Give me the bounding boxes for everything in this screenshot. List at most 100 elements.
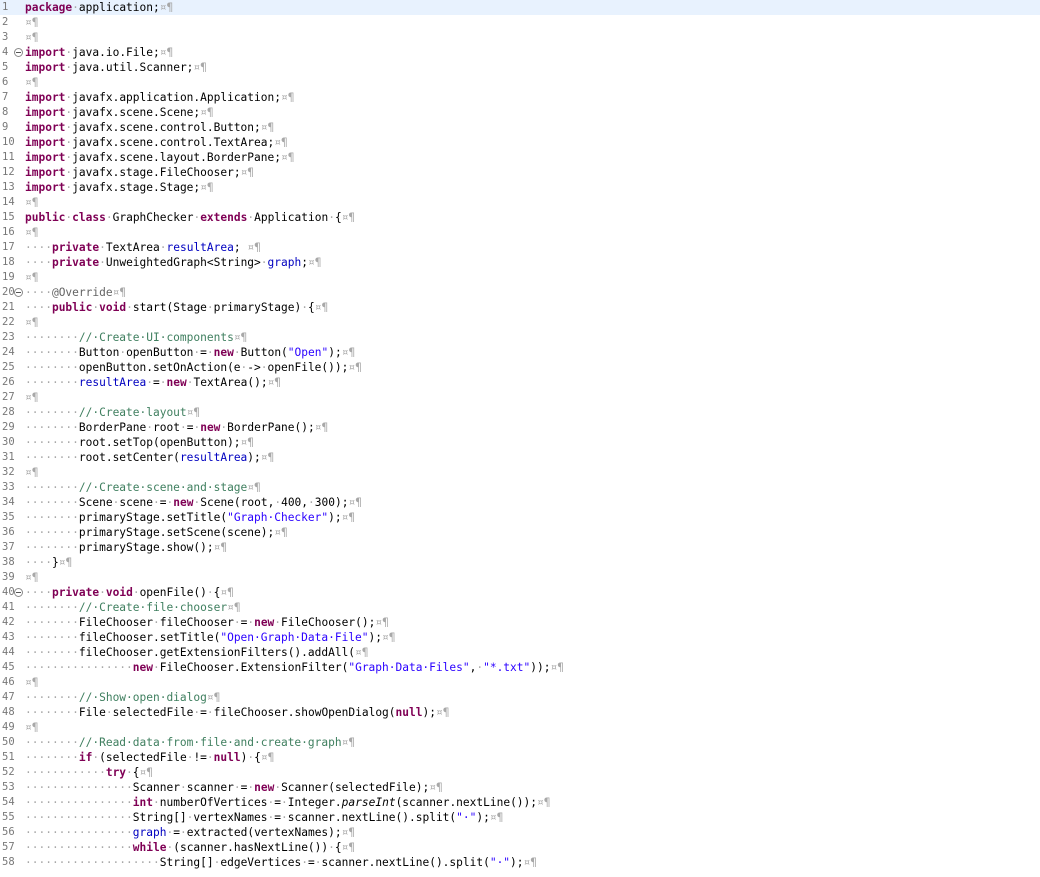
fold-collapse-icon[interactable] [14, 588, 23, 597]
code-line[interactable]: 46 ¤¶ [0, 675, 1040, 690]
code-token: ¤¶ [274, 526, 288, 539]
code-text: ········//·Create·layout¤¶ [25, 405, 200, 420]
code-line[interactable]: 9 import·javafx.scene.control.Button;¤¶ [0, 120, 1040, 135]
code-line[interactable]: 23 ········//·Create·UI·components¤¶ [0, 330, 1040, 345]
code-line[interactable]: 3 ¤¶ [0, 30, 1040, 45]
code-line[interactable]: 17 ····private·TextArea·resultArea; ¤¶ [0, 240, 1040, 255]
code-line[interactable]: 51 ········if·(selectedFile·!=·null)·{¤¶ [0, 750, 1040, 765]
code-line[interactable]: 6 ¤¶ [0, 75, 1040, 90]
code-line[interactable]: 15 public·class·GraphChecker·extends·Appl… [0, 210, 1040, 225]
code-token: · [153, 496, 160, 509]
code-token: //·Show·open·dialog [78, 691, 207, 704]
code-token: javafx.scene.Scene; [72, 106, 201, 119]
line-number: 42 [2, 616, 15, 628]
code-line[interactable]: 43 ········fileChooser.setTitle("Open·Gra… [0, 630, 1040, 645]
code-line[interactable]: 8 import·javafx.scene.Scene;¤¶ [0, 105, 1040, 120]
code-token: graph [132, 826, 167, 839]
code-line[interactable]: 38 ····}¤¶ [0, 555, 1040, 570]
code-line[interactable]: 34 ········Scene·scene·=·new·Scene(root,·… [0, 495, 1040, 510]
code-token: · [153, 796, 160, 809]
code-line[interactable]: 52 ············try·{¤¶ [0, 765, 1040, 780]
code-token: ········ [25, 631, 79, 644]
code-line[interactable]: 5 import·java.util.Scanner;¤¶ [0, 60, 1040, 75]
code-token: ¤¶ [213, 541, 228, 554]
code-line[interactable]: 33 ········//·Create·scene·and·stage¤¶ [0, 480, 1040, 495]
line-number: 14 [2, 196, 15, 208]
code-token: ················ [25, 811, 133, 824]
code-token: ); [328, 346, 342, 359]
code-token: root.setCenter( [78, 451, 180, 464]
code-line[interactable]: 58 ····················String[] ·edgeVerti… [0, 855, 1040, 870]
code-line[interactable]: 1 package·application;¤¶ [0, 0, 1040, 15]
code-line[interactable]: 49 ¤¶ [0, 720, 1040, 735]
code-line[interactable]: 26 ········resultArea·=·new·TextArea();¤¶ [0, 375, 1040, 390]
code-line[interactable]: 16 ¤¶ [0, 225, 1040, 240]
line-number: 29 [2, 421, 15, 433]
code-line[interactable]: 29 ········BorderPane·root·=·new·BorderPa… [0, 420, 1040, 435]
code-line[interactable]: 10 import·javafx.scene.control.TextArea;¤… [0, 135, 1040, 150]
code-line[interactable]: 2 ¤¶ [0, 15, 1040, 30]
code-line[interactable]: 35 ········primaryStage.setTitle("Graph·C… [0, 510, 1040, 525]
code-token: new [200, 421, 221, 434]
code-token: = [159, 496, 167, 509]
code-token: )); [530, 661, 551, 674]
code-token: · [281, 796, 288, 809]
code-line[interactable]: 44 ········fileChooser.getExtensionFilter… [0, 645, 1040, 660]
code-line[interactable]: 4 import·java.io.File;¤¶ [0, 45, 1040, 60]
code-line[interactable]: 36 ········primaryStage.setScene(scene);¤… [0, 525, 1040, 540]
code-line[interactable]: 24 ········Button·openButton·=·new·Button… [0, 345, 1040, 360]
code-line[interactable]: 20 ····@Override¤¶ [0, 285, 1040, 300]
code-line[interactable]: 14 ¤¶ [0, 195, 1040, 210]
code-line[interactable]: 42 ········FileChooser·fileChooser·=·new·… [0, 615, 1040, 630]
code-line[interactable]: 30 ········root.setTop(openButton);¤¶ [0, 435, 1040, 450]
code-token: ); [422, 706, 436, 719]
code-line[interactable]: 21 ····public·void·start(Stage·primarySta… [0, 300, 1040, 315]
code-line[interactable]: 32 ¤¶ [0, 465, 1040, 480]
code-token: GraphChecker [112, 211, 194, 224]
code-token: File [78, 706, 106, 719]
code-line[interactable]: 56 ················graph·=·extracted(vert… [0, 825, 1040, 840]
code-editor[interactable]: 1 package·application;¤¶ 2 ¤¶ 3 ¤¶ 4 import·jav… [0, 0, 1040, 877]
code-line[interactable]: 28 ········//·Create·layout¤¶ [0, 405, 1040, 420]
line-number: 52 [2, 766, 15, 778]
code-token: ¤¶ [348, 496, 362, 509]
code-line[interactable]: 45 ················new·FileChooser.Extens… [0, 660, 1040, 675]
code-token: ¤¶ [247, 481, 261, 494]
code-line[interactable]: 37 ········primaryStage.show();¤¶ [0, 540, 1040, 555]
line-number: 26 [2, 376, 15, 388]
code-line[interactable]: 19 ¤¶ [0, 270, 1040, 285]
code-token: (scanner.nextLine()); [395, 796, 538, 809]
code-line[interactable]: 41 ········//·Create·file·chooser¤¶ [0, 600, 1040, 615]
code-line[interactable]: 53 ················Scanner·scanner·=·new·… [0, 780, 1040, 795]
code-text: ········Button·openButton·=·new·Button("… [25, 345, 355, 360]
code-line[interactable]: 22 ¤¶ [0, 315, 1040, 330]
code-line[interactable]: 55 ················String[]·vertexNames·=… [0, 810, 1040, 825]
code-line[interactable]: 39 ¤¶ [0, 570, 1040, 585]
line-number: 57 [2, 841, 15, 853]
code-token: FileChooser [78, 616, 153, 629]
code-line[interactable]: 18 ····private·UnweightedGraph<String>·gr… [0, 255, 1040, 270]
code-token: ¤¶ [193, 61, 207, 74]
code-line[interactable]: 54 ················int·numberOfVertices·=… [0, 795, 1040, 810]
fold-collapse-icon[interactable] [14, 48, 23, 57]
code-line[interactable]: 50 ········//·Read·data·from·file·and·cre… [0, 735, 1040, 750]
code-line[interactable]: 47 ········//·Show·open·dialog¤¶ [0, 690, 1040, 705]
line-number: 54 [2, 796, 15, 808]
code-line[interactable]: 27 ¤¶ [0, 390, 1040, 405]
code-line[interactable]: 31 ········root.setCenter(resultArea);¤¶ [0, 450, 1040, 465]
code-line[interactable]: 40 ····private·void·openFile()·{¤¶ [0, 585, 1040, 600]
code-line[interactable]: 13 import·javafx.stage.Stage;¤¶ [0, 180, 1040, 195]
code-token: ¤¶ [112, 286, 127, 299]
code-text: ········primaryStage.setTitle("Graph·Che… [25, 510, 355, 525]
code-line[interactable]: 11 import·javafx.scene.layout.BorderPane;… [0, 150, 1040, 165]
code-line[interactable]: 12 import·javafx.stage.FileChooser;¤¶ [0, 165, 1040, 180]
code-line[interactable]: 7 import·javafx.application.Application;¤… [0, 90, 1040, 105]
code-token: ···· [25, 286, 52, 299]
line-number: 56 [2, 826, 15, 838]
code-text: ¤¶ [25, 465, 38, 480]
code-line[interactable]: 48 ········File·selectedFile·=·fileChoose… [0, 705, 1040, 720]
fold-collapse-icon[interactable] [14, 288, 23, 297]
code-token: javafx.scene.layout.BorderPane; [72, 151, 281, 164]
code-line[interactable]: 25 ········openButton.setOnAction(e·->·op… [0, 360, 1040, 375]
code-line[interactable]: 57 ················while ·(scanner.hasNext… [0, 840, 1040, 855]
